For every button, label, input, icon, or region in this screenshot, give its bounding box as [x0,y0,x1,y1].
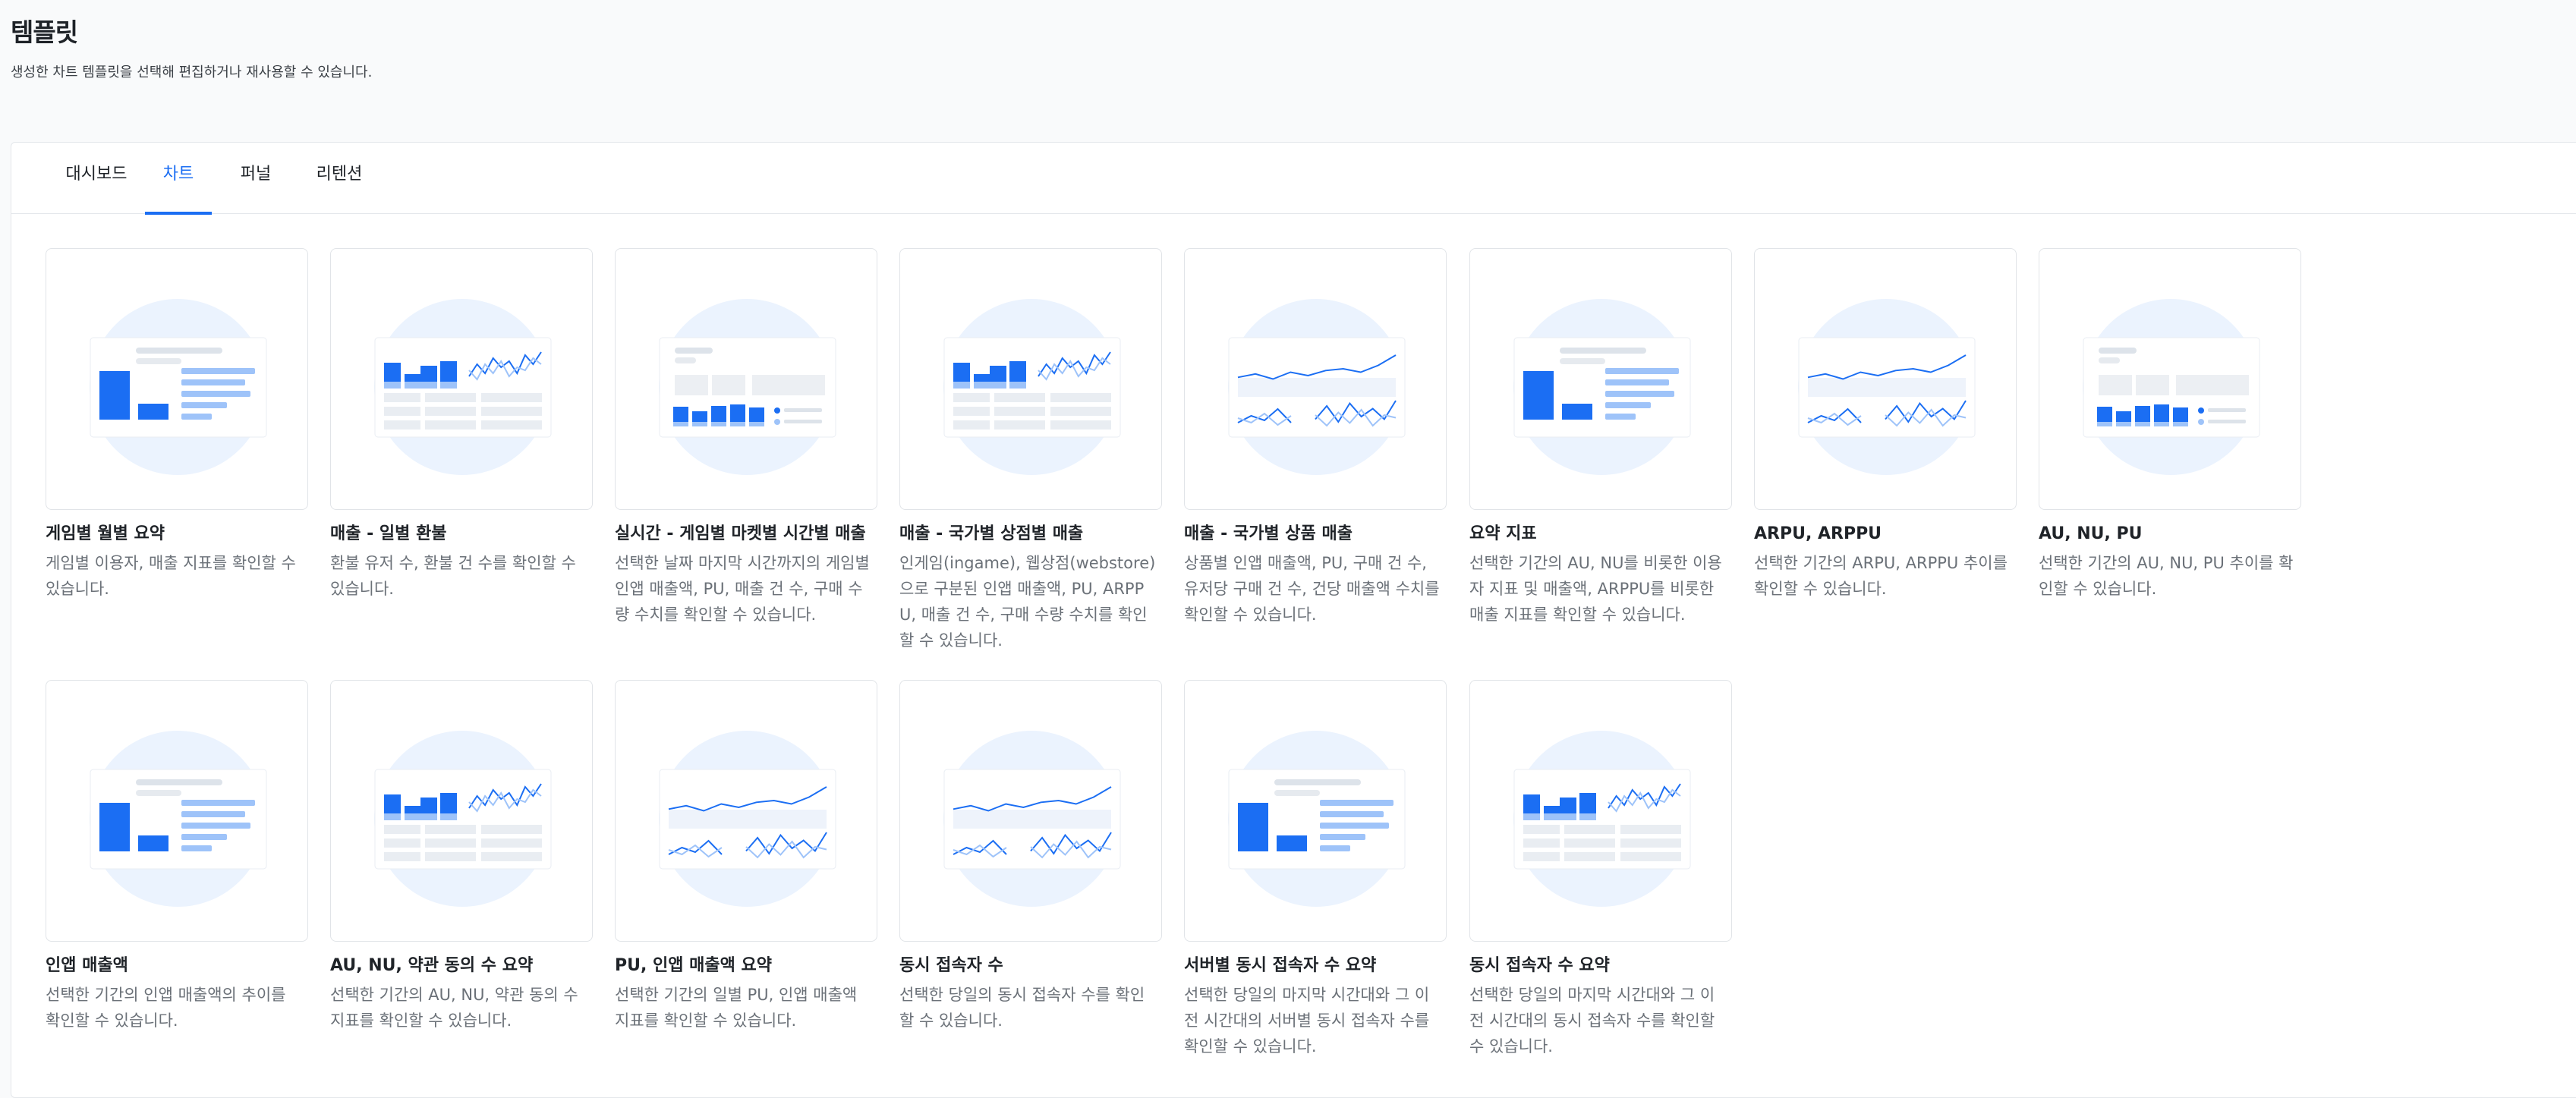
template-description: 선택한 당일의 동시 접속자 수를 확인할 수 있습니다. [899,986,1145,1030]
chart-preview-icon [1513,299,1691,475]
template-thumbnail[interactable] [1469,248,1732,510]
template-description: 선택한 당일의 마지막 시간대와 그 이전 시간대의 동시 접속자 수를 확인할… [1469,986,1715,1056]
template-thumbnail[interactable] [1754,248,2017,510]
page-header: 템플릿 생성한 차트 템플릿을 선택해 편집하거나 재사용할 수 있습니다. [11,15,372,82]
chart-preview-icon [2083,299,2260,475]
template-description: 선택한 기간의 AU, NU, 약관 동의 수 지표를 확인할 수 있습니다. [330,986,578,1030]
chart-preview-icon [943,731,1121,907]
template-description: 인게임(ingame), 웹상점(webstore)으로 구분된 인앱 매출액,… [899,554,1156,650]
template-title: 매출 - 국가별 상품 매출 [1184,524,1353,543]
template-title: 요약 지표 [1469,524,1537,543]
tab-funnel[interactable]: 퍼널 [227,143,285,214]
tab-retention[interactable]: 리텐션 [300,143,379,214]
page-title: 템플릿 [11,17,78,47]
template-title: 게임별 월별 요약 [46,524,165,543]
template-thumbnail[interactable] [330,248,593,510]
template-thumbnail[interactable] [615,248,877,510]
template-thumbnail[interactable] [46,248,308,510]
template-title: 서버별 동시 접속자 수 요약 [1184,956,1377,975]
page-subtitle: 생성한 차트 템플릿을 선택해 편집하거나 재사용할 수 있습니다. [11,64,373,80]
chart-preview-icon [374,731,552,907]
template-title: 동시 접속자 수 요약 [1469,956,1610,975]
chart-preview-icon [1798,299,1976,475]
template-title: PU, 인앱 매출액 요약 [615,956,773,975]
template-title: 동시 접속자 수 [899,956,1003,975]
template-thumbnail[interactable] [330,680,593,942]
template-title: ARPU, ARPPU [1754,524,1882,543]
template-thumbnail[interactable] [1184,248,1447,510]
template-title: 실시간 - 게임별 마켓별 시간별 매출 [615,524,866,543]
template-description: 선택한 기간의 일별 PU, 인앱 매출액 지표를 확인할 수 있습니다. [615,986,858,1030]
chart-preview-icon [374,299,552,475]
template-thumbnail[interactable] [1184,680,1447,942]
chart-preview-icon [1228,299,1406,475]
template-description: 선택한 기간의 ARPU, ARPPU 추이를 확인할 수 있습니다. [1754,554,2008,598]
chart-preview-icon [1228,731,1406,907]
template-description: 선택한 기간의 AU, NU, PU 추이를 확인할 수 있습니다. [2039,554,2294,598]
template-description: 게임별 이용자, 매출 지표를 확인할 수 있습니다. [46,554,296,598]
tab-dashboard[interactable]: 대시보드 [63,143,130,214]
template-description: 환불 유저 수, 환불 건 수를 확인할 수 있습니다. [330,554,576,598]
template-thumbnail[interactable] [46,680,308,942]
chart-preview-icon [943,299,1121,475]
template-title: AU, NU, PU [2039,524,2143,543]
template-description: 상품별 인앱 매출액, PU, 구매 건 수, 유저당 구매 건 수, 건당 매… [1184,554,1440,624]
template-description: 선택한 기간의 인앱 매출액의 추이를 확인할 수 있습니다. [46,986,286,1030]
chart-preview-icon [90,731,267,907]
template-title: 인앱 매출액 [46,956,128,975]
template-thumbnail[interactable] [615,680,877,942]
template-description: 선택한 기간의 AU, NU를 비롯한 이용자 지표 및 매출액, ARPPU를… [1469,554,1722,624]
template-thumbnail[interactable] [899,680,1162,942]
chart-preview-icon [1513,731,1691,907]
template-description: 선택한 당일의 마지막 시간대와 그 이전 시간대의 서버별 동시 접속자 수를… [1184,986,1430,1056]
chart-preview-icon [659,299,836,475]
template-thumbnail[interactable] [899,248,1162,510]
chart-preview-icon [659,731,836,907]
chart-preview-icon [90,299,267,475]
template-thumbnail[interactable] [1469,680,1732,942]
template-thumbnail[interactable] [2039,248,2301,510]
tab-bar: 대시보드 차트 퍼널 리텐션 [11,143,2576,215]
template-title: AU, NU, 약관 동의 수 요약 [330,956,534,975]
template-title: 매출 - 일별 환불 [330,524,447,543]
template-title: 매출 - 국가별 상점별 매출 [899,524,1084,543]
tab-chart[interactable]: 차트 [145,143,212,215]
template-description: 선택한 날짜 마지막 시간까지의 게임별 인앱 매출액, PU, 매출 건 수,… [615,554,870,624]
